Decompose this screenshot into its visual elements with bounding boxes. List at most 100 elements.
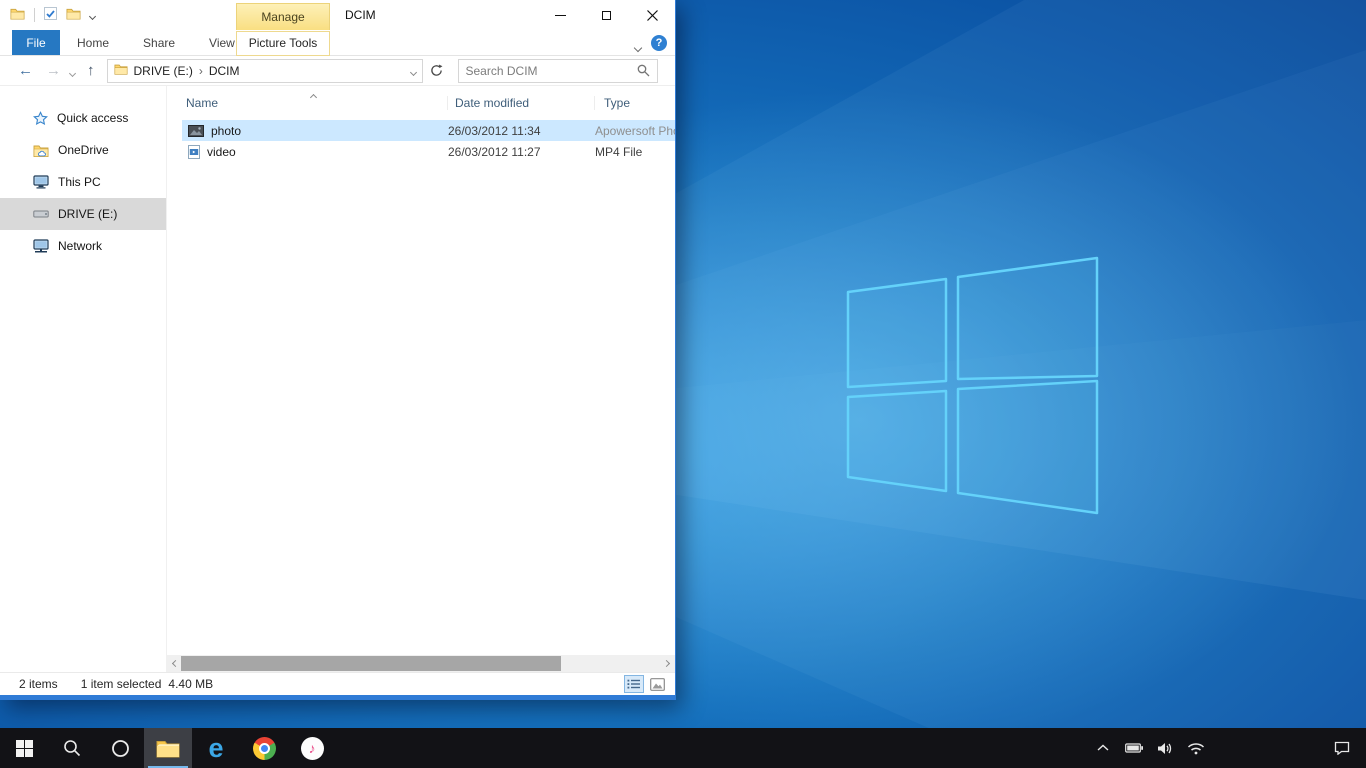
- sidebar-item-network[interactable]: Network: [0, 230, 166, 262]
- sort-ascending-chevron-icon[interactable]: [311, 89, 316, 103]
- mp4-file-icon: [188, 145, 200, 159]
- chrome-icon: [253, 737, 276, 760]
- recent-locations-chevron-icon[interactable]: [70, 65, 75, 79]
- taskbar: e ♪: [0, 728, 1366, 768]
- view-toggle-buttons: [624, 675, 667, 693]
- quick-access-toolbar: [10, 0, 95, 30]
- taskbar-file-explorer-button[interactable]: [144, 728, 192, 768]
- column-header-type[interactable]: Type: [595, 96, 675, 110]
- sidebar-item-label: Network: [58, 239, 102, 253]
- photo-thumbnail-icon: [188, 125, 204, 137]
- new-folder-icon[interactable]: [66, 7, 81, 23]
- address-bar[interactable]: DRIVE (E:) › DCIM: [107, 59, 423, 83]
- navigation-bar: ← → ↑ DRIVE (E:) › DCIM: [0, 56, 675, 86]
- network-tray-button[interactable]: [1184, 728, 1208, 768]
- address-dropdown-chevron-icon[interactable]: [411, 64, 416, 78]
- file-date-cell: 26/03/2012 11:27: [448, 145, 595, 159]
- file-name-cell: photo: [182, 124, 448, 138]
- sidebar-item-label: This PC: [58, 175, 101, 189]
- breadcrumb-drive[interactable]: DRIVE (E:): [134, 64, 193, 78]
- taskbar-edge-button[interactable]: e: [192, 728, 240, 768]
- system-tray: [1091, 728, 1366, 768]
- taskbar-chrome-button[interactable]: [240, 728, 288, 768]
- minimize-button[interactable]: [537, 0, 583, 30]
- onedrive-folder-icon: [33, 144, 49, 157]
- file-name: photo: [211, 124, 241, 138]
- itunes-icon: ♪: [301, 737, 324, 760]
- back-button[interactable]: ←: [18, 63, 33, 78]
- search-input[interactable]: [466, 64, 637, 78]
- qat-separator: [34, 8, 35, 22]
- action-center-button[interactable]: [1330, 728, 1354, 768]
- qat-customize-caret-icon[interactable]: [90, 8, 95, 22]
- search-icon: [63, 739, 81, 757]
- breadcrumb-folder-icon: [114, 63, 128, 78]
- volume-tray-button[interactable]: [1153, 728, 1177, 768]
- help-button[interactable]: ?: [651, 35, 667, 51]
- status-bar: 2 items 1 item selected 4.40 MB: [0, 672, 675, 695]
- sidebar-item-label: DRIVE (E:): [58, 207, 117, 221]
- selection-count: 1 item selected: [81, 677, 162, 691]
- sidebar-item-label: OneDrive: [58, 143, 109, 157]
- pc-monitor-icon: [33, 175, 49, 189]
- star-icon: [33, 111, 48, 126]
- close-button[interactable]: [629, 0, 675, 30]
- file-rows: photo 26/03/2012 11:34 Apowersoft Pho vi…: [167, 120, 675, 162]
- cortana-circle-icon: [111, 739, 130, 758]
- scroll-right-arrow-icon[interactable]: [658, 655, 675, 672]
- thumbnails-view-button[interactable]: [647, 675, 667, 693]
- up-button[interactable]: ↑: [87, 63, 95, 78]
- properties-check-icon[interactable]: [44, 7, 57, 23]
- contextual-group-manage[interactable]: Manage: [236, 3, 330, 30]
- search-icon: [637, 64, 650, 77]
- expand-ribbon-chevron-icon[interactable]: [635, 40, 641, 54]
- action-center-icon: [1334, 741, 1350, 755]
- wifi-icon: [1187, 742, 1205, 755]
- thumbnails-view-icon: [650, 678, 665, 691]
- window-controls: [537, 0, 675, 30]
- battery-tray-button[interactable]: [1122, 728, 1146, 768]
- close-icon: [647, 10, 658, 21]
- cortana-button[interactable]: [96, 728, 144, 768]
- file-type-cell: Apowersoft Pho: [595, 124, 675, 138]
- column-headers: Name Date modified Type: [167, 86, 675, 115]
- start-button[interactable]: [0, 728, 48, 768]
- breadcrumb-current-folder[interactable]: DCIM: [209, 64, 240, 78]
- sidebar-item-quick-access[interactable]: Quick access: [0, 102, 166, 134]
- tab-file[interactable]: File: [12, 30, 60, 55]
- scrollbar-thumb[interactable]: [181, 656, 561, 671]
- horizontal-scrollbar[interactable]: [167, 655, 675, 672]
- chevron-up-icon: [1097, 744, 1109, 752]
- sidebar-item-this-pc[interactable]: This PC: [0, 166, 166, 198]
- tab-home[interactable]: Home: [60, 30, 126, 55]
- file-row-video[interactable]: video 26/03/2012 11:27 MP4 File: [182, 141, 675, 162]
- desktop: Manage DCIM File Home Share View Picture…: [0, 0, 1366, 768]
- drive-icon: [33, 208, 49, 220]
- hidden-icons-button[interactable]: [1091, 728, 1115, 768]
- volume-icon: [1157, 742, 1173, 755]
- file-explorer-icon: [156, 739, 180, 758]
- sidebar-item-onedrive[interactable]: OneDrive: [0, 134, 166, 166]
- navigation-pane: Quick access OneDrive This PC DRIVE (E:)…: [0, 86, 166, 672]
- title-bar[interactable]: Manage DCIM: [0, 0, 675, 30]
- taskbar-itunes-button[interactable]: ♪: [288, 728, 336, 768]
- refresh-icon: [430, 64, 443, 77]
- tab-picture-tools[interactable]: Picture Tools: [236, 31, 330, 56]
- forward-button[interactable]: →: [46, 63, 61, 78]
- file-name-cell: video: [182, 145, 448, 159]
- explorer-main: Quick access OneDrive This PC DRIVE (E:)…: [0, 86, 675, 672]
- column-header-date-modified[interactable]: Date modified: [448, 96, 595, 110]
- file-explorer-window: Manage DCIM File Home Share View Picture…: [0, 0, 676, 700]
- sidebar-item-drive-e[interactable]: DRIVE (E:): [0, 198, 166, 230]
- details-view-icon: [627, 678, 641, 690]
- search-box[interactable]: [458, 59, 658, 83]
- tab-share[interactable]: Share: [126, 30, 192, 55]
- file-row-photo[interactable]: photo 26/03/2012 11:34 Apowersoft Pho: [182, 120, 675, 141]
- window-folder-icon[interactable]: [10, 7, 25, 23]
- details-view-button[interactable]: [624, 675, 644, 693]
- column-header-name[interactable]: Name: [167, 96, 448, 110]
- maximize-button[interactable]: [583, 0, 629, 30]
- taskbar-search-button[interactable]: [48, 728, 96, 768]
- refresh-button[interactable]: [427, 60, 447, 82]
- selection-size: 4.40 MB: [168, 677, 213, 691]
